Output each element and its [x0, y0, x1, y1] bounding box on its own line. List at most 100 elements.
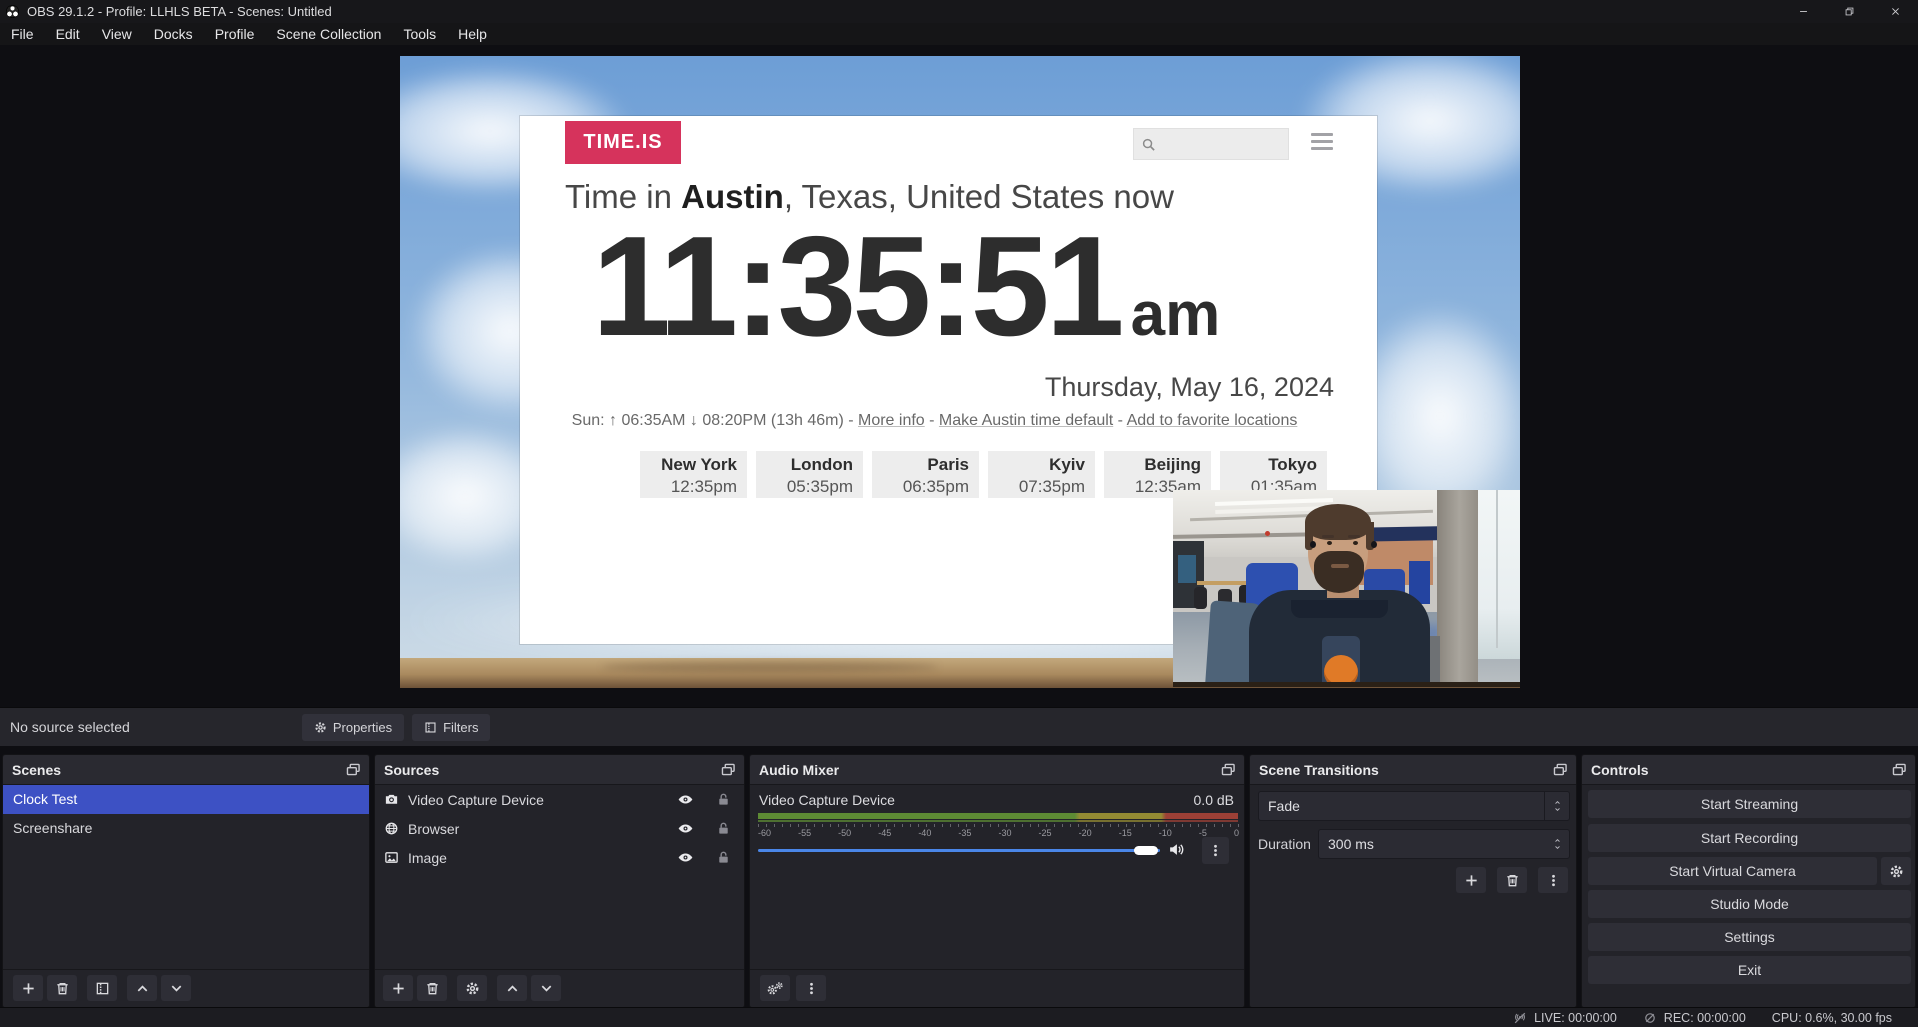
volume-slider[interactable]	[758, 845, 1160, 855]
transition-properties-button[interactable]	[1538, 867, 1568, 893]
popout-icon[interactable]	[1221, 763, 1236, 776]
city-block-paris[interactable]: Paris06:35pm	[872, 451, 979, 498]
chevron-down-icon[interactable]	[1553, 844, 1562, 851]
sources-panel-header[interactable]: Sources	[375, 755, 744, 785]
transition-select[interactable]: Fade	[1258, 791, 1570, 821]
sun-times: Sun: ↑ 06:35AM ↓ 08:20PM (13h 46m)	[572, 412, 844, 429]
mixer-menu-button[interactable]	[796, 975, 826, 1001]
add-scene-button[interactable]	[13, 975, 43, 1001]
add-transition-button[interactable]	[1456, 867, 1486, 893]
source-item-browser[interactable]: Browser	[375, 814, 744, 843]
minimize-icon	[1798, 6, 1809, 17]
city-block-kyiv[interactable]: Kyiv07:35pm	[988, 451, 1095, 498]
eye-icon[interactable]	[677, 820, 694, 837]
popout-icon[interactable]	[721, 763, 736, 776]
move-source-down-button[interactable]	[531, 975, 561, 1001]
add-favorite-link[interactable]: Add to favorite locations	[1127, 412, 1298, 429]
popout-icon[interactable]	[1553, 763, 1568, 776]
start-streaming-button[interactable]: Start Streaming	[1588, 790, 1911, 818]
preview-canvas[interactable]: TIME.IS Time in Austin, Texas, United St…	[0, 45, 1918, 707]
menu-tools[interactable]: Tools	[392, 23, 447, 45]
volume-slider-track	[758, 849, 1160, 852]
make-default-link[interactable]: Make Austin time default	[939, 412, 1113, 429]
hamburger-icon[interactable]	[1311, 133, 1333, 150]
maximize-button[interactable]	[1826, 0, 1872, 23]
menu-profile[interactable]: Profile	[204, 23, 266, 45]
studio-mode-button[interactable]: Studio Mode	[1588, 890, 1911, 918]
advanced-audio-button[interactable]	[760, 975, 790, 1001]
move-source-up-button[interactable]	[497, 975, 527, 1001]
webcam-pillar	[1437, 490, 1479, 687]
menu-docks[interactable]: Docks	[143, 23, 204, 45]
speaker-icon[interactable]	[1168, 841, 1185, 858]
scene-filters-button[interactable]	[87, 975, 117, 1001]
remove-scene-button[interactable]	[47, 975, 77, 1001]
plus-icon	[391, 981, 406, 996]
sources-panel: Sources Video Capture Device Browser Ima…	[374, 754, 745, 1008]
transitions-header[interactable]: Scene Transitions	[1250, 755, 1576, 785]
audio-mixer-header[interactable]: Audio Mixer	[750, 755, 1244, 785]
clock-time: 11:35:51	[592, 212, 1121, 361]
menu-scene-collection[interactable]: Scene Collection	[265, 23, 392, 45]
move-scene-up-button[interactable]	[127, 975, 157, 1001]
virtual-camera-settings-button[interactable]	[1881, 857, 1911, 885]
duration-label: Duration	[1258, 836, 1318, 852]
filter-icon	[424, 721, 437, 734]
scenes-panel-header[interactable]: Scenes	[3, 755, 369, 785]
add-source-button[interactable]	[383, 975, 413, 1001]
eye-icon[interactable]	[677, 849, 694, 866]
source-item-video-capture[interactable]: Video Capture Device	[375, 785, 744, 814]
search-input[interactable]	[1156, 129, 1288, 159]
audio-mixer-panel: Audio Mixer Video Capture Device 0.0 dB …	[749, 754, 1245, 1008]
exit-button[interactable]: Exit	[1588, 956, 1911, 984]
scene-item-screenshare[interactable]: Screenshare	[3, 814, 369, 843]
remove-source-button[interactable]	[417, 975, 447, 1001]
move-scene-down-button[interactable]	[161, 975, 191, 1001]
more-info-link[interactable]: More info	[858, 412, 925, 429]
city-block-london[interactable]: London05:35pm	[756, 451, 863, 498]
lock-icon[interactable]	[716, 821, 731, 836]
chevron-up-icon[interactable]	[1553, 837, 1562, 844]
menu-edit[interactable]: Edit	[45, 23, 91, 45]
scene-item-clock-test[interactable]: Clock Test	[3, 785, 369, 814]
spinner-chevrons[interactable]	[1545, 837, 1569, 851]
mixer-channel-menu-button[interactable]	[1202, 837, 1229, 864]
source-properties-button[interactable]	[457, 975, 487, 1001]
close-button[interactable]	[1872, 0, 1918, 23]
image-icon	[384, 850, 399, 865]
transitions-buttons	[1250, 867, 1568, 893]
no-source-status: No source selected	[10, 719, 130, 735]
sun-info: Sun: ↑ 06:35AM ↓ 08:20PM (13h 46m) - Mor…	[520, 412, 1349, 430]
close-icon	[1890, 6, 1901, 17]
popout-icon[interactable]	[1892, 763, 1907, 776]
source-item-image[interactable]: Image	[375, 843, 744, 872]
menu-file[interactable]: File	[0, 23, 45, 45]
remove-transition-button[interactable]	[1497, 867, 1527, 893]
obs-window: OBS 29.1.2 - Profile: LLHLS BETA - Scene…	[0, 0, 1918, 1027]
volume-slider-handle[interactable]	[1134, 846, 1158, 855]
menu-help[interactable]: Help	[447, 23, 498, 45]
lock-icon[interactable]	[716, 850, 731, 865]
duration-row: Duration 300 ms	[1258, 829, 1570, 859]
lock-icon[interactable]	[716, 792, 731, 807]
sources-toolbar	[375, 969, 744, 1007]
minimize-button[interactable]	[1780, 0, 1826, 23]
duration-spinner[interactable]: 300 ms	[1318, 829, 1570, 859]
docks-area: Scenes Clock Test Screenshare Sources Vi…	[0, 746, 1918, 1008]
filters-button[interactable]: Filters	[412, 714, 490, 741]
plus-icon	[21, 981, 36, 996]
search-box[interactable]	[1133, 128, 1289, 160]
properties-button[interactable]: Properties	[302, 714, 404, 741]
settings-button[interactable]: Settings	[1588, 923, 1911, 951]
eye-icon[interactable]	[677, 791, 694, 808]
scenes-panel: Scenes Clock Test Screenshare	[2, 754, 370, 1008]
popout-icon[interactable]	[346, 763, 361, 776]
controls-header[interactable]: Controls	[1582, 755, 1915, 785]
start-virtual-camera-button[interactable]: Start Virtual Camera	[1588, 857, 1877, 885]
start-recording-button[interactable]: Start Recording	[1588, 824, 1911, 852]
city-block-new-york[interactable]: New York12:35pm	[640, 451, 747, 498]
gear-icon	[465, 981, 480, 996]
kebab-icon	[1546, 873, 1561, 888]
menu-view[interactable]: View	[91, 23, 143, 45]
timeis-logo[interactable]: TIME.IS	[565, 121, 681, 164]
